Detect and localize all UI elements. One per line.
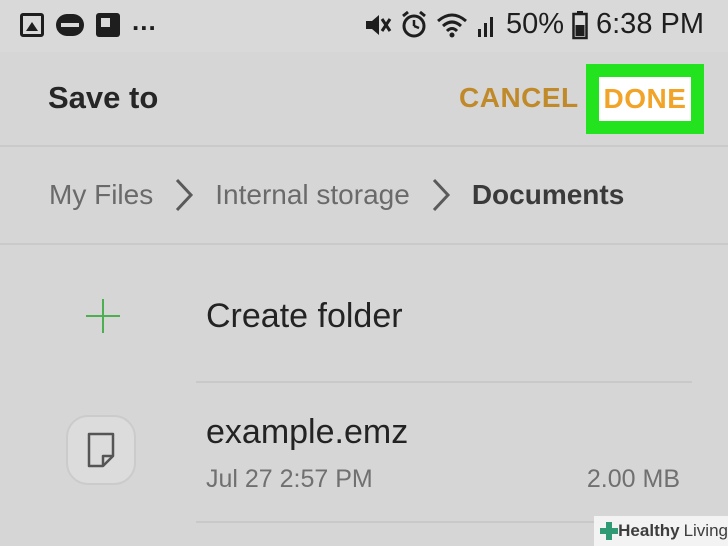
- watermark-logo: Healthy Living: [594, 516, 728, 546]
- breadcrumb-my-files[interactable]: My Files: [49, 179, 153, 211]
- breadcrumb: My Files Internal storage Documents: [0, 147, 728, 243]
- watermark-text-living: Living: [683, 521, 728, 540]
- page-title: Save to: [48, 80, 159, 115]
- battery-percent: 50%: [505, 8, 564, 40]
- mute-icon: [362, 10, 392, 40]
- create-folder-label: Create folder: [206, 297, 403, 335]
- signal-icon: [476, 11, 498, 39]
- done-button-label: DONE: [599, 77, 691, 121]
- breadcrumb-internal-storage[interactable]: Internal storage: [215, 179, 410, 211]
- gallery-icon: [20, 12, 44, 37]
- file-date: Jul 27 2:57 PM: [206, 465, 373, 493]
- chevron-right-icon: [432, 178, 450, 212]
- wifi-icon: [436, 11, 468, 39]
- file-list: Create folder example.emz Jul 27 2:57 PM…: [0, 245, 728, 546]
- row-divider: [196, 381, 692, 383]
- status-left-icons: ...: [20, 6, 157, 37]
- file-name: example.emz: [206, 413, 409, 451]
- watermark-text-healthy: Healthy: [618, 521, 680, 540]
- create-folder-row[interactable]: Create folder: [0, 265, 728, 365]
- cross-icon: [600, 522, 619, 540]
- clock: 6:38 PM: [596, 8, 704, 40]
- cancel-button[interactable]: CANCEL: [459, 82, 579, 114]
- flipboard-icon: [96, 12, 120, 37]
- breadcrumb-documents[interactable]: Documents: [472, 179, 624, 211]
- list-item[interactable]: example.emz Jul 27 2:57 PM 2.00 MB: [0, 385, 728, 515]
- battery-icon: [572, 10, 588, 40]
- more-notifications-icon: ...: [132, 6, 157, 36]
- alarm-icon: [400, 10, 428, 40]
- done-button[interactable]: DONE: [586, 64, 704, 134]
- plus-icon: [86, 299, 120, 333]
- file-icon: [66, 415, 136, 485]
- action-bar: Save to CANCEL DONE: [0, 52, 728, 144]
- status-bar: ... 50% 6:38 PM: [0, 0, 728, 52]
- chevron-right-icon: [176, 178, 194, 212]
- status-right-icons: 50% 6:38 PM: [362, 8, 704, 41]
- file-size: 2.00 MB: [586, 465, 680, 493]
- news-icon: [56, 13, 84, 36]
